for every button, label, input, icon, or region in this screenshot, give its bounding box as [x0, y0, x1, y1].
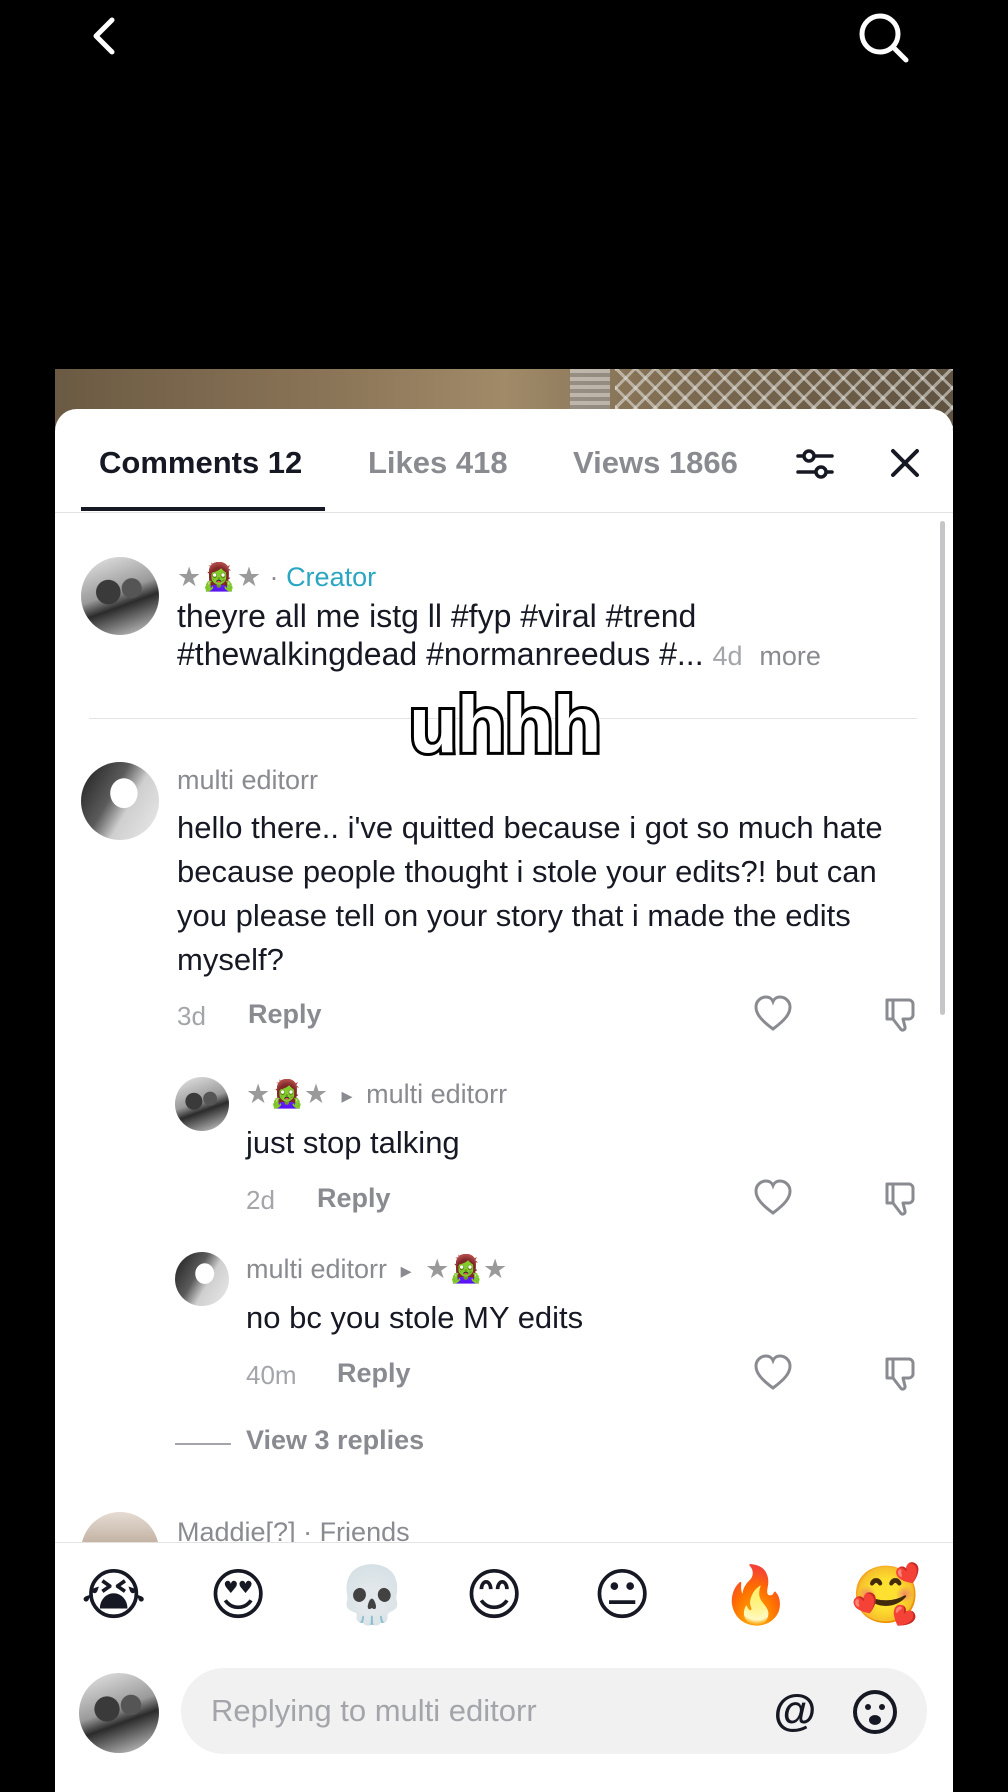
heart-icon[interactable] — [753, 994, 793, 1034]
reply-to-username[interactable]: multi editorr — [366, 1079, 507, 1109]
tab-likes[interactable]: Likes 418 — [368, 445, 508, 481]
creator-separator: · — [269, 562, 279, 592]
reply-header: multi editorr ▸ ★🧟‍♀️★ — [246, 1253, 507, 1285]
emoji-smile[interactable]: 😊 — [465, 1561, 523, 1631]
reply-header: ★🧟‍♀️★ ▸ multi editorr — [246, 1078, 507, 1110]
comment-composer: 😭 😍 💀 😊 😐 🔥 🥰 @ — [55, 1542, 953, 1792]
view-replies-line — [175, 1443, 231, 1445]
emoji-smiling-hearts[interactable]: 🥰 — [851, 1561, 921, 1631]
creator-name-line: ★🧟‍♀️★ · Creator — [177, 561, 376, 593]
video-overlay-text: uhhh — [406, 677, 604, 772]
comment-text: hello there.. i've quitted because i got… — [177, 810, 883, 977]
my-avatar[interactable] — [79, 1673, 159, 1753]
caption-more-link[interactable]: more — [759, 641, 821, 671]
dislike-icon[interactable] — [881, 1353, 921, 1393]
creator-name[interactable]: ★🧟‍♀️★ — [177, 562, 262, 592]
reply-button[interactable]: Reply — [317, 1183, 391, 1214]
comments-sheet: Comments 12 Likes 418 Views 1866 ★🧟‍♀️★ … — [55, 409, 953, 1792]
comment-username[interactable]: multi editorr — [177, 765, 318, 796]
mention-button[interactable]: @ — [771, 1688, 819, 1736]
creator-caption: theyre all me istg ll #fyp #viral #trend… — [177, 597, 897, 675]
reply-button[interactable]: Reply — [248, 999, 322, 1030]
quick-emoji-bar: 😭 😍 💀 😊 😐 🔥 🥰 — [55, 1561, 953, 1631]
reply-username[interactable]: ★🧟‍♀️★ — [246, 1079, 328, 1109]
back-icon[interactable] — [82, 12, 130, 60]
reply-text: no bc you stole MY edits — [246, 1300, 584, 1335]
tab-views[interactable]: Views 1866 — [573, 445, 738, 481]
commenter-avatar[interactable] — [81, 762, 159, 840]
heart-icon[interactable] — [753, 1353, 793, 1393]
tab-comments[interactable]: Comments 12 — [99, 445, 302, 481]
caption-time: 4d — [712, 641, 743, 671]
close-icon[interactable] — [887, 445, 923, 481]
reply-avatar[interactable] — [175, 1252, 229, 1306]
reply-time: 2d — [246, 1185, 275, 1215]
caption-line-2: #thewalkingdead #normanreedus #... — [177, 636, 704, 672]
heart-icon[interactable] — [753, 1178, 793, 1218]
reply-avatar[interactable] — [175, 1077, 229, 1131]
scrollbar[interactable] — [940, 521, 945, 1015]
caption-line-1: theyre all me istg ll #fyp #viral #trend — [177, 598, 697, 634]
comment-input-wrap: @ — [181, 1668, 927, 1754]
reply-username[interactable]: multi editorr — [246, 1254, 387, 1284]
emoji-heart-eyes[interactable]: 😍 — [209, 1561, 267, 1631]
reply-time: 40m — [246, 1360, 297, 1390]
reply-text: just stop talking — [246, 1125, 460, 1160]
search-icon[interactable] — [856, 10, 912, 66]
filter-icon[interactable] — [794, 443, 836, 485]
reply-arrow-icon: ▸ — [341, 1083, 353, 1108]
creator-badge: Creator — [286, 562, 377, 592]
reply-arrow-icon: ▸ — [400, 1258, 412, 1283]
caption-line-2-wrap: #thewalkingdead #normanreedus #... 4d mo… — [177, 635, 897, 675]
emoji-crying[interactable]: 😭 — [81, 1561, 146, 1631]
comment-time: 3d — [177, 1001, 206, 1031]
emoji-fire[interactable]: 🔥 — [721, 1561, 791, 1631]
emoji-neutral[interactable]: 😐 — [593, 1561, 651, 1631]
dislike-icon[interactable] — [881, 994, 921, 1034]
reply-to-username[interactable]: ★🧟‍♀️★ — [425, 1254, 507, 1284]
tab-bar: Comments 12 Likes 418 Views 1866 — [55, 409, 953, 513]
comment-input[interactable] — [211, 1668, 751, 1754]
view-replies-button[interactable]: View 3 replies — [246, 1425, 424, 1456]
active-tab-indicator — [81, 507, 325, 511]
creator-avatar[interactable] — [81, 557, 159, 635]
emoji-icon[interactable] — [851, 1688, 899, 1736]
emoji-skull[interactable]: 💀 — [337, 1561, 407, 1631]
dislike-icon[interactable] — [881, 1178, 921, 1218]
reply-button[interactable]: Reply — [337, 1358, 411, 1389]
